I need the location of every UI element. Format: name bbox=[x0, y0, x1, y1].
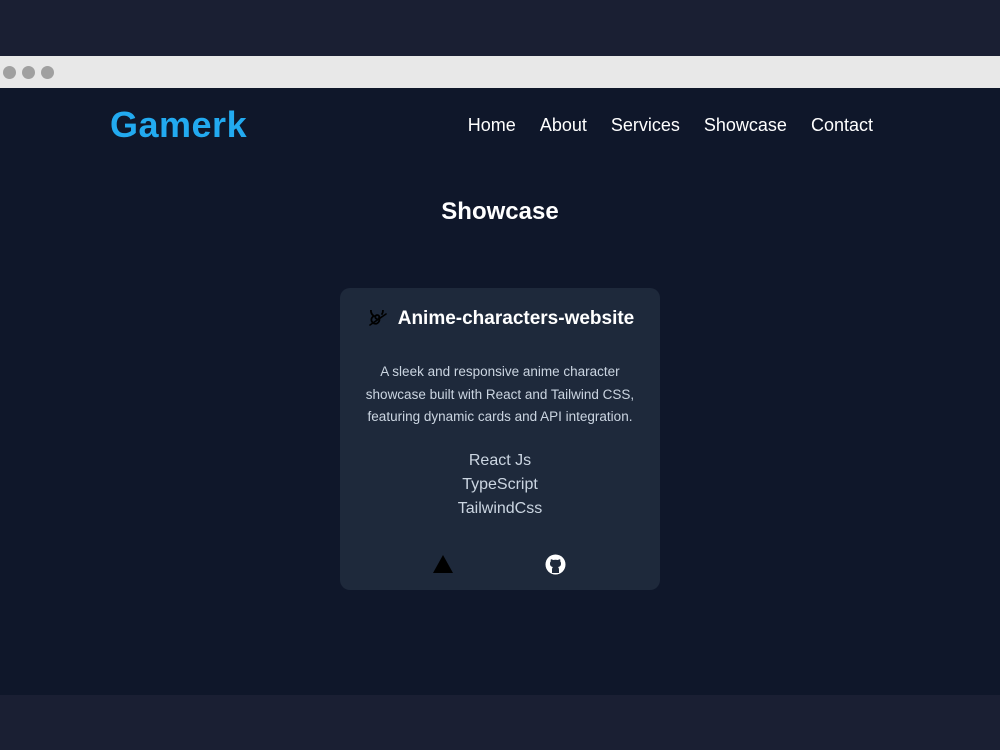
window-dot-maximize[interactable] bbox=[41, 66, 54, 79]
tech-item: TailwindCss bbox=[457, 500, 543, 517]
nav-services[interactable]: Services bbox=[611, 115, 680, 136]
github-icon[interactable] bbox=[545, 554, 566, 580]
bottom-band bbox=[0, 695, 1000, 750]
section-title: Showcase bbox=[441, 198, 559, 225]
nav-about[interactable]: About bbox=[540, 115, 587, 136]
browser-bar bbox=[0, 56, 1000, 88]
project-links bbox=[340, 554, 660, 576]
vercel-icon[interactable] bbox=[432, 554, 454, 579]
leaf-village-swirl-icon bbox=[366, 310, 388, 328]
project-card: Anime-characters-website A sleek and res… bbox=[340, 288, 660, 590]
nav-home[interactable]: Home bbox=[468, 115, 516, 136]
tech-item: TypeScript bbox=[462, 476, 538, 493]
nav-showcase[interactable]: Showcase bbox=[704, 115, 787, 136]
main-nav: Home About Services Showcase Contact bbox=[468, 115, 873, 136]
site-logo[interactable]: Gamerk bbox=[110, 104, 247, 146]
project-description: A sleek and responsive anime character s… bbox=[365, 364, 635, 424]
tech-item: React Js bbox=[468, 452, 532, 469]
nav-contact[interactable]: Contact bbox=[811, 115, 873, 136]
page-viewport: Gamerk Home About Services Showcase Cont… bbox=[0, 88, 1000, 695]
project-title[interactable]: Anime-characters-website bbox=[398, 308, 635, 330]
window-dot-minimize[interactable] bbox=[22, 66, 35, 79]
card-header: Anime-characters-website bbox=[340, 308, 660, 330]
tech-stack-list: React Js TypeScript TailwindCss bbox=[340, 449, 660, 521]
window-dot-close[interactable] bbox=[3, 66, 16, 79]
